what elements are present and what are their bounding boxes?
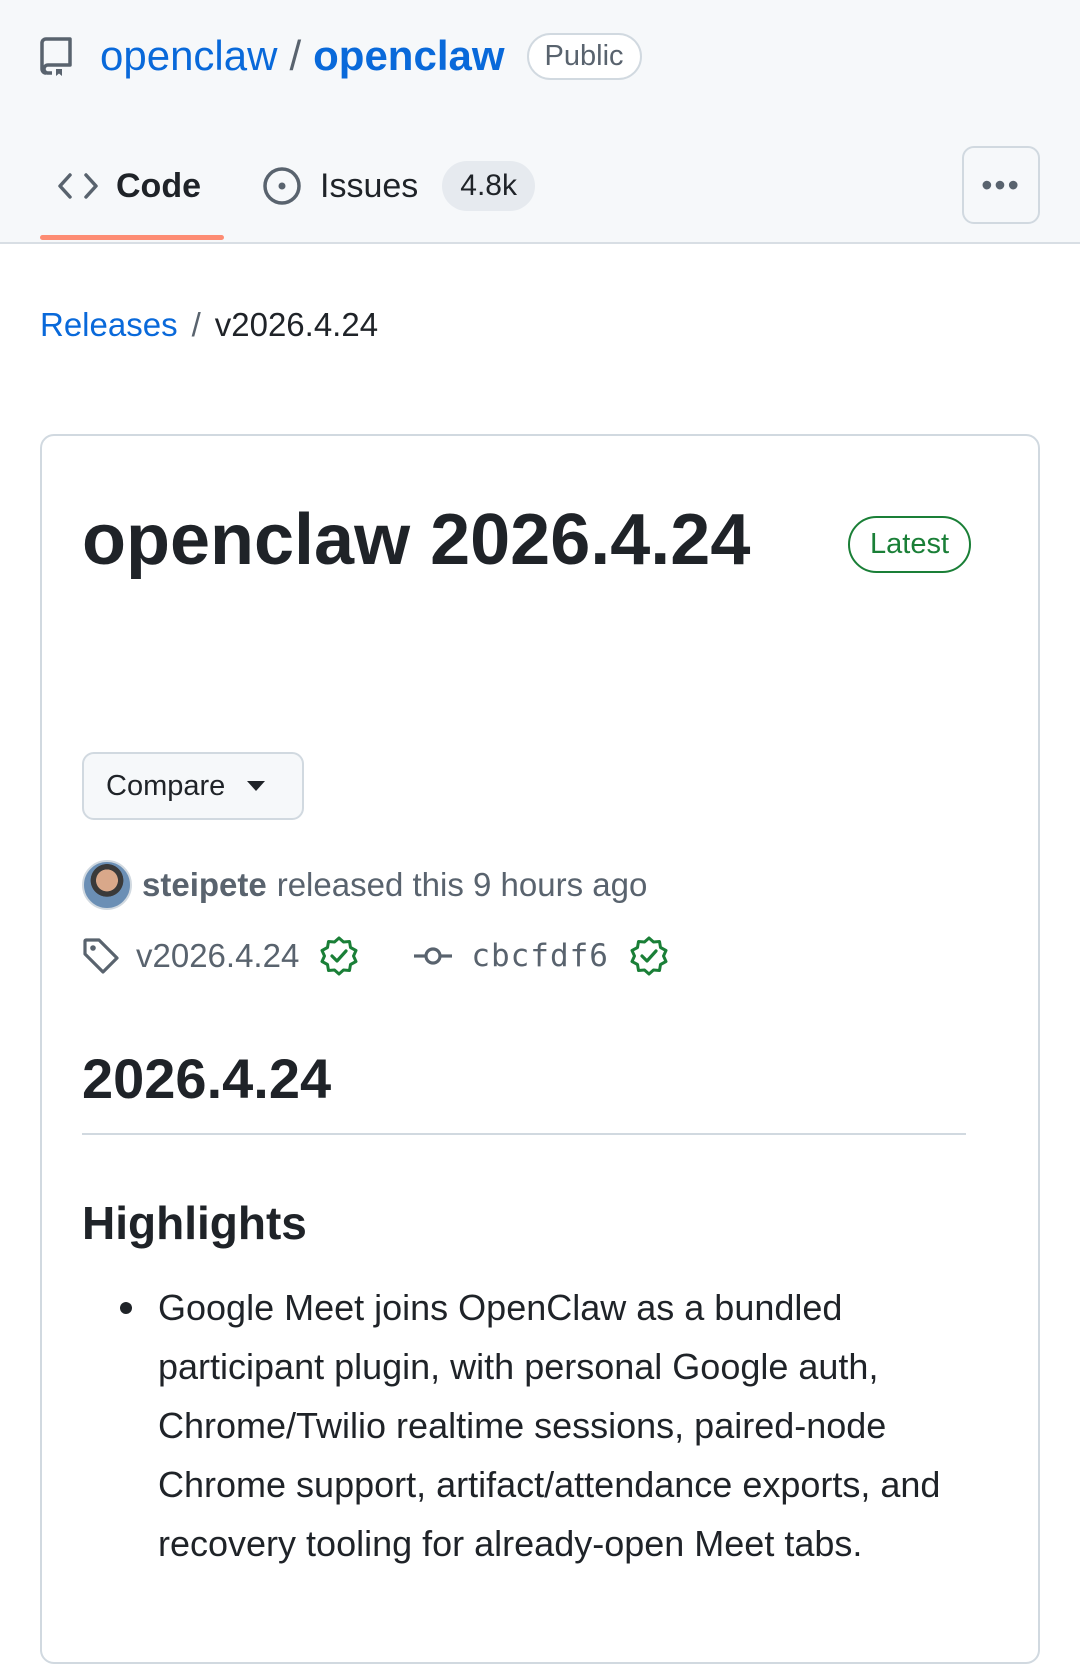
verified-icon[interactable] [319, 936, 359, 976]
tag-icon [82, 937, 120, 975]
release-commit-link[interactable]: cbcfdf6 [471, 938, 609, 974]
tag-commit-row: v2026.4.24 cbcfdf6 [82, 936, 669, 976]
tab-issues[interactable]: Issues 4.8k [244, 148, 553, 224]
compare-button[interactable]: Compare [82, 752, 304, 820]
visibility-badge: Public [526, 32, 642, 80]
code-icon [58, 171, 98, 201]
latest-badge: Latest [848, 516, 971, 573]
release-title: openclaw 2026.4.24 [82, 500, 751, 580]
release-meta: steipete released this 9 hours ago [82, 860, 647, 910]
issue-opened-icon [262, 166, 302, 206]
release-body-heading: 2026.4.24 [82, 1046, 966, 1135]
repo-nav-tabs: Code Issues 4.8k [40, 148, 553, 244]
triangle-down-icon [247, 781, 266, 791]
release-card: openclaw 2026.4.24 Latest Compare steipe… [40, 434, 1040, 1664]
breadcrumb: Releases / v2026.4.24 [40, 306, 378, 344]
tab-code[interactable]: Code [40, 148, 224, 240]
kebab-horizontal-icon: ••• [981, 166, 1021, 203]
issues-counter: 4.8k [442, 161, 535, 211]
highlights-list: Google Meet joins OpenClaw as a bundled … [116, 1278, 976, 1573]
breadcrumb-releases-link[interactable]: Releases [40, 306, 178, 344]
repo-owner-link[interactable]: openclaw [100, 32, 277, 80]
repo-header: openclaw / openclaw Public Code Issues 4 [0, 0, 1080, 244]
repo-icon [40, 35, 78, 77]
breadcrumb-separator: / [191, 306, 201, 343]
release-author-link[interactable]: steipete [142, 866, 267, 904]
repo-title-row: openclaw / openclaw Public [40, 24, 642, 88]
tab-issues-label: Issues [320, 166, 419, 205]
release-time-text: released this 9 hours ago [276, 866, 648, 903]
highlights-heading: Highlights [82, 1197, 307, 1249]
release-tag-link[interactable]: v2026.4.24 [136, 937, 299, 975]
repo-path-separator: / [289, 32, 302, 79]
git-commit-icon [413, 944, 453, 968]
more-options-button[interactable]: ••• [962, 146, 1040, 224]
breadcrumb-current: v2026.4.24 [214, 306, 379, 343]
list-item: Google Meet joins OpenClaw as a bundled … [116, 1278, 976, 1573]
tab-code-label: Code [116, 166, 201, 205]
compare-button-label: Compare [106, 769, 226, 802]
repo-name-link[interactable]: openclaw [313, 32, 504, 80]
avatar[interactable] [82, 860, 132, 910]
verified-icon[interactable] [629, 936, 669, 976]
